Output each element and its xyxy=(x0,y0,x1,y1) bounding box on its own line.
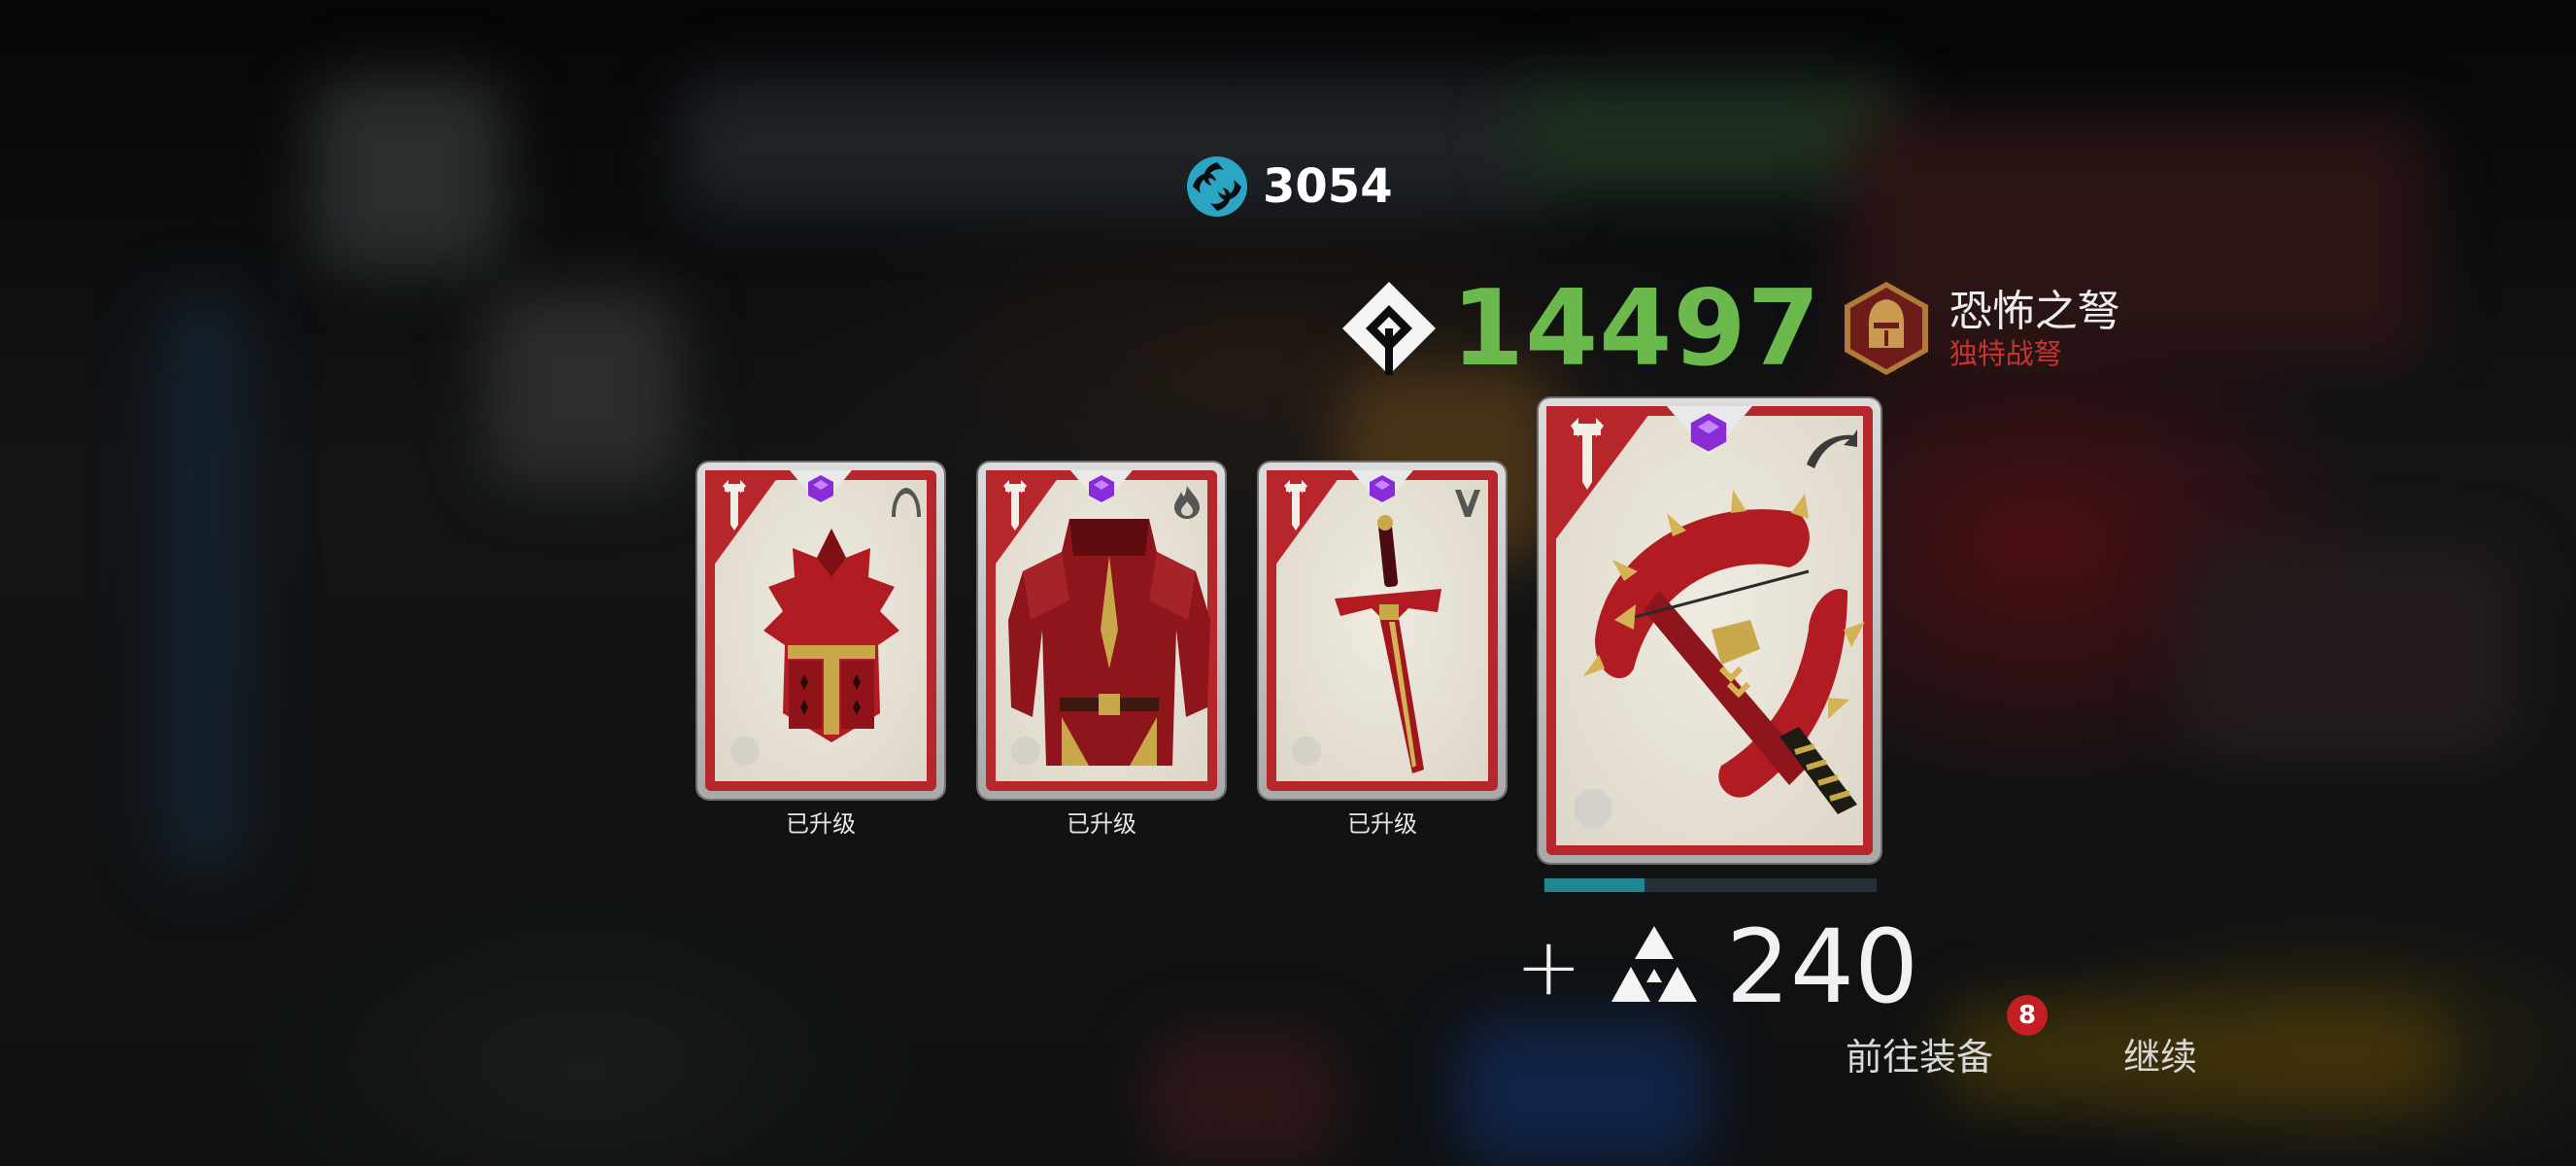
currency-value: 3054 xyxy=(1263,159,1393,214)
empty-socket xyxy=(1292,737,1321,766)
currency-counter: 3054 xyxy=(1185,150,1393,223)
notification-badge: 8 xyxy=(2007,995,2048,1036)
empty-socket xyxy=(1574,789,1612,828)
background-blur xyxy=(1457,1020,1710,1166)
reward-card-sword[interactable] xyxy=(1259,463,1506,799)
purple-gem-icon xyxy=(1370,475,1395,502)
background-blur xyxy=(680,78,1554,214)
go-equip-label: 前往装备 xyxy=(1846,1035,1994,1079)
purple-gem-icon xyxy=(1089,475,1114,502)
purple-gem-icon xyxy=(808,475,833,502)
card-status-label: 已升级 xyxy=(1067,810,1136,838)
continue-label: 继续 xyxy=(2123,1035,2198,1079)
empty-socket xyxy=(730,737,760,766)
item-info: 恐怖之弩 独特战弩 xyxy=(1949,287,2120,370)
triforce-shards-icon xyxy=(1610,926,1697,1002)
card-status-label: 已升级 xyxy=(1347,810,1417,838)
upgrade-progress-bar xyxy=(1544,878,1877,892)
swirl-orb-icon xyxy=(1187,156,1247,217)
flame-slot-icon xyxy=(1174,486,1200,519)
knight-helmet-emblem-icon xyxy=(1844,282,1928,375)
card-corner-banner xyxy=(986,470,1064,577)
background-blur xyxy=(155,292,253,874)
card-status-label: 已升级 xyxy=(786,810,856,838)
ranged-slot-icon xyxy=(1807,429,1857,468)
gear-score-value: 14497 xyxy=(1451,267,1821,390)
item-name: 恐怖之弩 xyxy=(1949,287,2120,336)
reward-card-crossbow[interactable] xyxy=(1539,398,1881,863)
weapon-slot-icon xyxy=(1455,490,1480,517)
card-frame xyxy=(705,470,936,791)
card-frame xyxy=(1267,470,1498,791)
item-subtype: 独特战弩 xyxy=(1949,337,2062,370)
background-blur xyxy=(1146,1030,1340,1166)
gear-score-row: 14497 恐怖之弩 独特战弩 xyxy=(1340,267,2120,390)
upgrade-progress-fill xyxy=(1544,878,1644,892)
empty-socket xyxy=(1011,737,1040,766)
card-corner-banner xyxy=(705,470,783,577)
helmet-slot-icon xyxy=(892,488,921,517)
diamond-power-icon xyxy=(1342,282,1436,375)
reward-screen: 3054 14497 恐怖之弩 独特战弩 已升级 已升级 已升级 + 240 前… xyxy=(0,0,2576,1166)
reward-card-armor[interactable] xyxy=(978,463,1225,799)
background-blur xyxy=(2186,544,2516,758)
background-blur xyxy=(311,78,505,272)
card-corner-banner xyxy=(1546,406,1655,552)
background-blur xyxy=(486,292,680,486)
gain-plus-sign: + xyxy=(1515,920,1582,1013)
purple-gem-icon xyxy=(1690,413,1727,452)
reward-gain-row: + 240 xyxy=(1515,908,1918,1026)
card-corner-banner xyxy=(1267,470,1344,577)
card-frame xyxy=(986,470,1217,791)
continue-button[interactable]: 继续 xyxy=(2123,1024,2197,1082)
card-frame xyxy=(1546,406,1873,855)
reward-card-helmet[interactable] xyxy=(697,463,944,799)
gain-value: 240 xyxy=(1725,908,1919,1026)
go-equip-button[interactable]: 前往装备 xyxy=(1846,1024,1993,1082)
